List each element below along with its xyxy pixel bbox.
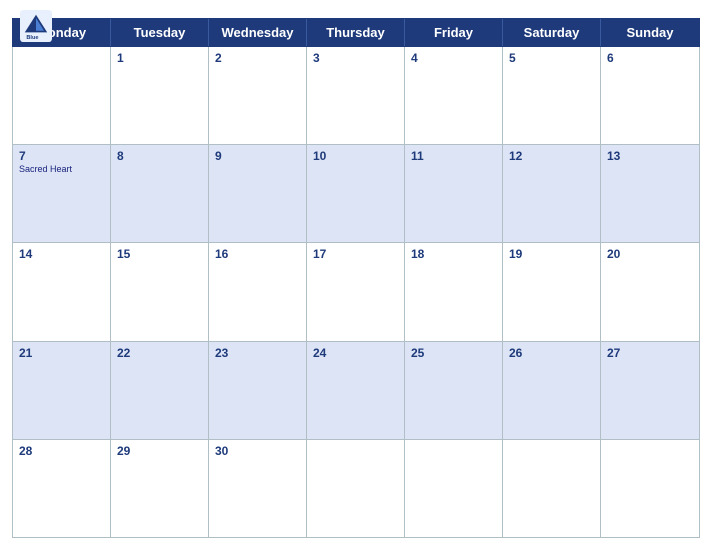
weekday-header-thursday: Thursday — [307, 19, 405, 46]
day-number: 20 — [607, 247, 693, 261]
day-number: 1 — [117, 51, 202, 65]
header: Blue — [0, 0, 712, 18]
weekday-header-friday: Friday — [405, 19, 503, 46]
day-cell-8: 8 — [111, 145, 209, 242]
week-row-2: 14 15 16 17 18 19 20 — [13, 242, 699, 340]
day-number: 8 — [117, 149, 202, 163]
day-number: 17 — [313, 247, 398, 261]
svg-text:Blue: Blue — [26, 35, 38, 41]
day-cell-empty — [405, 440, 503, 537]
day-cell-5: 5 — [503, 47, 601, 144]
weekday-header-tuesday: Tuesday — [111, 19, 209, 46]
day-cell-12: 12 — [503, 145, 601, 242]
day-number: 9 — [215, 149, 300, 163]
weekday-header-saturday: Saturday — [503, 19, 601, 46]
weekday-header-wednesday: Wednesday — [209, 19, 307, 46]
day-cell-18: 18 — [405, 243, 503, 340]
day-number: 4 — [411, 51, 496, 65]
day-cell-17: 17 — [307, 243, 405, 340]
day-cell-empty — [503, 440, 601, 537]
day-cell-2: 2 — [209, 47, 307, 144]
day-number: 29 — [117, 444, 202, 458]
day-cell-26: 26 — [503, 342, 601, 439]
weekday-header-sunday: Sunday — [601, 19, 699, 46]
day-number: 16 — [215, 247, 300, 261]
day-number: 2 — [215, 51, 300, 65]
day-number: 3 — [313, 51, 398, 65]
calendar-header: MondayTuesdayWednesdayThursdayFridaySatu… — [12, 18, 700, 47]
day-cell-23: 23 — [209, 342, 307, 439]
day-cell-1: 1 — [111, 47, 209, 144]
week-row-0: 123456 — [13, 47, 699, 144]
calendar: MondayTuesdayWednesdayThursdayFridaySatu… — [0, 18, 712, 550]
day-cell-3: 3 — [307, 47, 405, 144]
day-cell-27: 27 — [601, 342, 699, 439]
day-cell-28: 28 — [13, 440, 111, 537]
day-cell-20: 20 — [601, 243, 699, 340]
day-number: 18 — [411, 247, 496, 261]
day-number: 5 — [509, 51, 594, 65]
day-number: 22 — [117, 346, 202, 360]
day-cell-empty — [307, 440, 405, 537]
day-number: 11 — [411, 149, 496, 163]
day-number: 15 — [117, 247, 202, 261]
day-cell-14: 14 — [13, 243, 111, 340]
day-cell-10: 10 — [307, 145, 405, 242]
day-number: 10 — [313, 149, 398, 163]
day-number: 7 — [19, 149, 104, 163]
logo: Blue — [20, 10, 56, 42]
holiday-label: Sacred Heart — [19, 164, 104, 174]
day-cell-16: 16 — [209, 243, 307, 340]
day-number: 30 — [215, 444, 300, 458]
day-cell-25: 25 — [405, 342, 503, 439]
day-cell-15: 15 — [111, 243, 209, 340]
calendar-body: 1234567Sacred Heart891011121314151617181… — [12, 47, 700, 538]
day-cell-11: 11 — [405, 145, 503, 242]
week-row-3: 21 22 23 24 25 26 27 — [13, 341, 699, 439]
logo-icon: Blue — [20, 10, 52, 42]
day-number: 26 — [509, 346, 594, 360]
day-cell-29: 29 — [111, 440, 209, 537]
day-number: 13 — [607, 149, 693, 163]
day-cell-6: 6 — [601, 47, 699, 144]
day-number: 25 — [411, 346, 496, 360]
day-number: 21 — [19, 346, 104, 360]
week-row-1: 7Sacred Heart 89 10 11 12 13 — [13, 144, 699, 242]
day-cell-empty — [601, 440, 699, 537]
day-cell-21: 21 — [13, 342, 111, 439]
day-cell-19: 19 — [503, 243, 601, 340]
day-number: 24 — [313, 346, 398, 360]
day-cell-24: 24 — [307, 342, 405, 439]
day-number: 6 — [607, 51, 693, 65]
day-cell-9: 9 — [209, 145, 307, 242]
day-cell-empty — [13, 47, 111, 144]
day-number: 23 — [215, 346, 300, 360]
day-number: 27 — [607, 346, 693, 360]
day-cell-7: 7Sacred Heart — [13, 145, 111, 242]
day-number: 19 — [509, 247, 594, 261]
week-row-4: 28 29 30 — [13, 439, 699, 537]
day-number: 28 — [19, 444, 104, 458]
day-number: 14 — [19, 247, 104, 261]
day-cell-4: 4 — [405, 47, 503, 144]
day-cell-13: 13 — [601, 145, 699, 242]
day-cell-22: 22 — [111, 342, 209, 439]
day-cell-30: 30 — [209, 440, 307, 537]
page: Blue MondayTuesdayWednesdayThursdayFrida… — [0, 0, 712, 550]
day-number: 12 — [509, 149, 594, 163]
